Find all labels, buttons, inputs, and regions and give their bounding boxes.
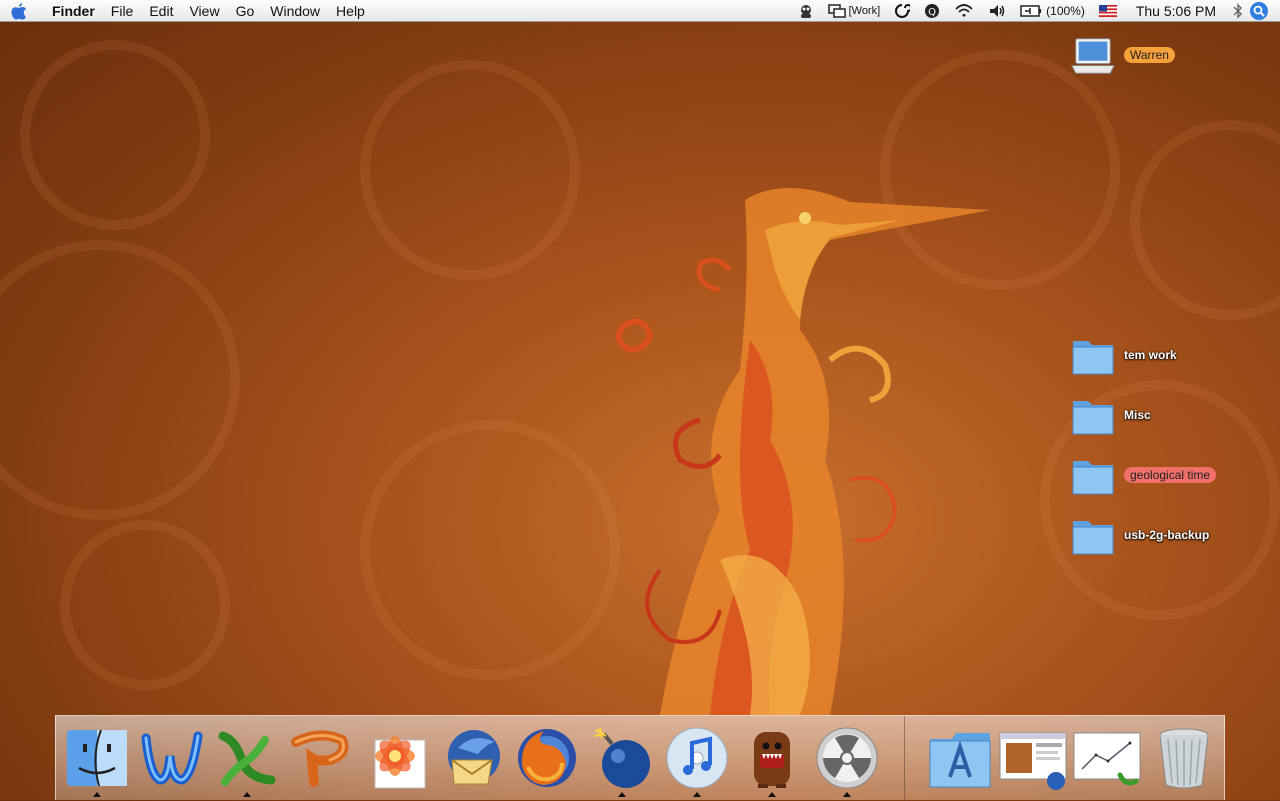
trash-icon xyxy=(1159,728,1209,789)
quicksilver-icon[interactable]: Q xyxy=(924,3,940,19)
desktop-item-label: geological time xyxy=(1124,467,1217,483)
word-icon xyxy=(141,731,203,785)
adium-status-icon[interactable] xyxy=(798,3,814,19)
menu-window[interactable]: Window xyxy=(262,3,328,19)
domo-icon xyxy=(754,732,790,788)
dock-domo[interactable] xyxy=(736,722,808,797)
desktop-item-label: usb-2g-backup xyxy=(1124,528,1210,542)
dock-flower-app[interactable] xyxy=(361,722,433,794)
swirl-app-icon[interactable] xyxy=(894,3,911,19)
running-indicator xyxy=(93,792,101,797)
running-indicator xyxy=(843,792,851,797)
background-swirl xyxy=(60,520,230,690)
dock-bomb-app[interactable] xyxy=(586,722,658,797)
menubar-clock[interactable]: Thu 5:06 PM xyxy=(1136,3,1216,19)
svg-text:Q: Q xyxy=(928,7,936,18)
desktop-item-label: tem work xyxy=(1124,348,1177,362)
background-swirl xyxy=(360,420,620,680)
spotlight-search-icon[interactable] xyxy=(1250,1,1268,20)
menu-file[interactable]: File xyxy=(103,3,142,19)
apple-menu-icon[interactable] xyxy=(0,2,38,20)
dock-screenshot-document[interactable] xyxy=(998,722,1070,794)
background-swirl xyxy=(1130,120,1280,320)
dock-applications-folder[interactable] xyxy=(924,722,996,794)
dock-chart-document[interactable] xyxy=(1072,722,1144,794)
dock-trash[interactable] xyxy=(1148,722,1220,794)
battery-menu[interactable]: (100%) xyxy=(1020,4,1085,18)
desktop-item-geological-time[interactable]: geological time xyxy=(1070,452,1217,498)
folder-icon xyxy=(1070,332,1116,378)
spaces-menu[interactable]: [Work] xyxy=(827,3,881,18)
applications-folder-icon xyxy=(929,733,991,788)
screenshot-document-icon xyxy=(999,732,1067,790)
battery-icon xyxy=(1020,4,1042,17)
bluetooth-icon[interactable] xyxy=(1233,2,1243,19)
desktop-item-misc[interactable]: Misc xyxy=(1070,392,1151,438)
menu-go[interactable]: Go xyxy=(228,3,263,19)
battery-percent: (100%) xyxy=(1046,3,1085,18)
app-menu-finder[interactable]: Finder xyxy=(38,3,103,19)
running-indicator xyxy=(768,792,776,797)
background-swirl xyxy=(360,60,580,280)
firefox-icon xyxy=(518,729,576,787)
desktop-item-usb-2g-backup[interactable]: usb-2g-backup xyxy=(1070,512,1209,558)
volume-icon[interactable] xyxy=(988,3,1006,19)
folder-icon xyxy=(1070,512,1116,558)
input-menu-us-flag-icon[interactable] xyxy=(1098,4,1117,17)
folder-icon xyxy=(1070,452,1116,498)
radiation-app-icon xyxy=(816,727,878,789)
desktop-item-warren[interactable]: Warren xyxy=(1070,32,1175,78)
laptop-icon xyxy=(1070,32,1116,78)
dock-finder[interactable] xyxy=(61,722,133,797)
dock-radiation-app[interactable] xyxy=(811,722,883,797)
menu-edit[interactable]: Edit xyxy=(141,3,181,19)
dock xyxy=(55,715,1225,801)
desktop-item-tem-work[interactable]: tem work xyxy=(1070,332,1177,378)
dock-thunderbird[interactable] xyxy=(436,722,508,794)
bomb-app-icon xyxy=(593,727,650,788)
dock-itunes[interactable] xyxy=(661,722,733,797)
dock-word[interactable] xyxy=(136,722,208,794)
finder-icon xyxy=(67,729,127,787)
spaces-label: [Work] xyxy=(848,4,881,17)
dock-powerpoint[interactable] xyxy=(286,722,358,794)
wifi-icon[interactable] xyxy=(954,3,974,19)
wallpaper-bird-artwork xyxy=(615,187,990,715)
desktop-item-label: Misc xyxy=(1124,408,1151,422)
chart-document-icon xyxy=(1073,732,1141,786)
menu-help[interactable]: Help xyxy=(328,3,373,19)
dock-separator xyxy=(904,716,905,801)
dock-firefox[interactable] xyxy=(511,722,583,794)
folder-icon xyxy=(1070,392,1116,438)
menu-view[interactable]: View xyxy=(181,3,227,19)
itunes-icon xyxy=(666,727,728,789)
menu-bar: Finder File Edit View Go Window Help [Wo… xyxy=(0,0,1280,22)
spaces-icon xyxy=(827,3,846,18)
flower-app-icon xyxy=(374,736,426,789)
excel-icon xyxy=(218,731,276,786)
running-indicator xyxy=(243,792,251,797)
background-swirl xyxy=(0,240,240,520)
powerpoint-icon xyxy=(291,730,349,787)
menu-extras: [Work] Q (100%) Thu 5:06 PM xyxy=(791,0,1280,22)
thunderbird-icon xyxy=(448,730,500,785)
running-indicator xyxy=(693,792,701,797)
desktop-item-label: Warren xyxy=(1124,47,1175,63)
running-indicator xyxy=(618,792,626,797)
dock-excel[interactable] xyxy=(211,722,283,797)
background-swirl xyxy=(20,40,210,230)
